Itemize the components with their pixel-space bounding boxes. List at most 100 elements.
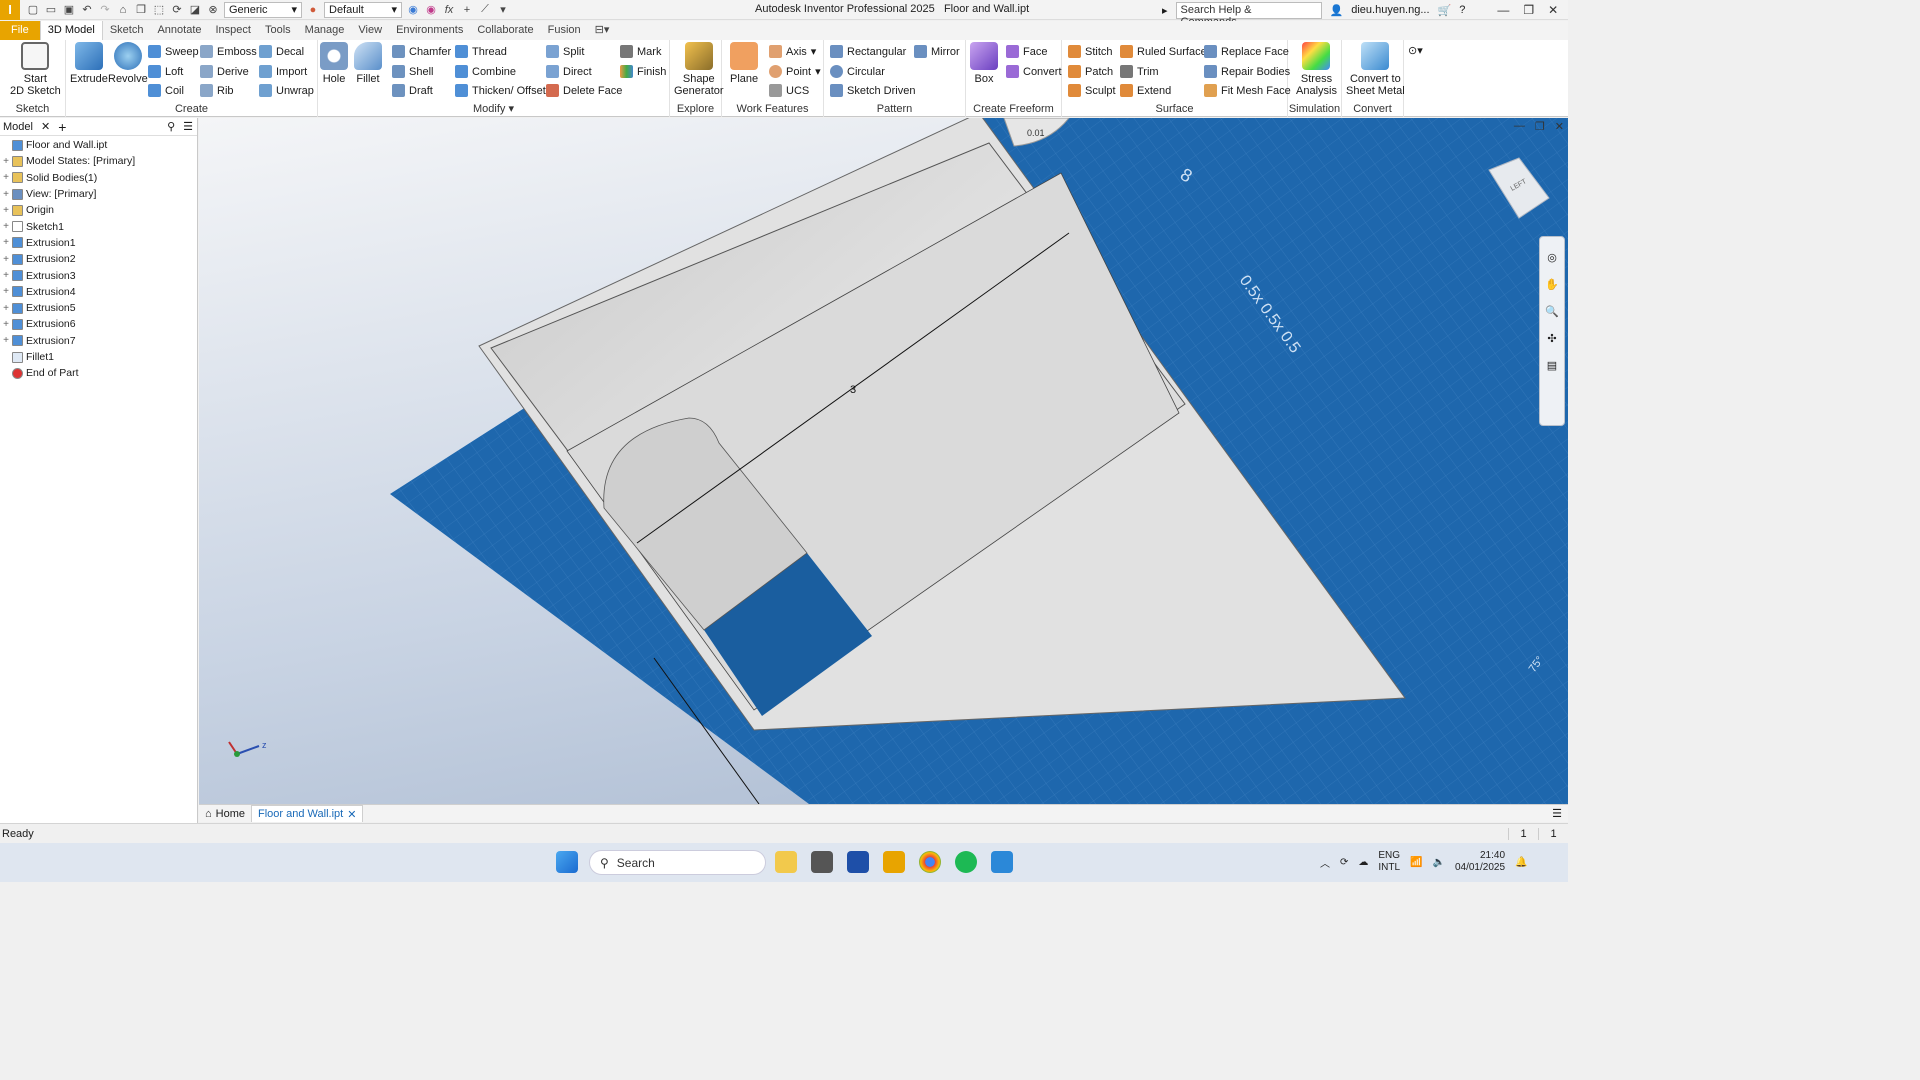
inventor-logo-icon[interactable]: I: [0, 0, 20, 20]
decal-button[interactable]: Decal: [259, 45, 304, 58]
convert-sheet-metal-button[interactable]: Convert to Sheet Metal: [1346, 42, 1405, 97]
point-button[interactable]: Point ▾: [769, 65, 821, 78]
ucs-button[interactable]: UCS: [769, 84, 809, 97]
mirror-button[interactable]: Mirror: [914, 45, 960, 58]
extrude-button[interactable]: Extrude: [70, 42, 108, 85]
tab-tools[interactable]: Tools: [258, 21, 298, 40]
hole-button[interactable]: Hole: [320, 42, 348, 85]
solid-edge-icon[interactable]: [847, 851, 869, 873]
chrome-icon[interactable]: [919, 851, 941, 873]
fillet-button[interactable]: Fillet: [354, 42, 382, 85]
patch-button[interactable]: Patch: [1068, 65, 1113, 78]
ribbon-display-toggle[interactable]: ⊟▾: [588, 21, 617, 40]
modify-panel-title[interactable]: Modify ▾: [318, 102, 669, 115]
unwrap-button[interactable]: Unwrap: [259, 84, 314, 97]
circular-pattern-button[interactable]: Circular: [830, 65, 885, 78]
tree-item[interactable]: Fillet1: [0, 349, 197, 365]
ribbon-options-button[interactable]: ⊙▾: [1408, 44, 1423, 57]
tree-item[interactable]: + Solid Bodies(1): [0, 170, 197, 186]
trim-button[interactable]: Trim: [1120, 65, 1159, 78]
extend-button[interactable]: Extend: [1120, 84, 1171, 97]
zoom-icon[interactable]: 🔍: [1545, 305, 1559, 318]
close-icon[interactable]: ✕: [1548, 3, 1558, 17]
shape-generator-button[interactable]: Shape Generator: [674, 42, 724, 97]
tree-item[interactable]: + Sketch1: [0, 218, 197, 234]
restore-icon[interactable]: ❐: [1535, 120, 1545, 133]
expand-icon[interactable]: +: [0, 319, 12, 330]
spotify-icon[interactable]: [955, 851, 977, 873]
coil-button[interactable]: Coil: [148, 84, 184, 97]
stress-analysis-button[interactable]: Stress Analysis: [1296, 42, 1337, 97]
ipart-icon[interactable]: ◪: [188, 3, 202, 17]
pan-icon[interactable]: ✋: [1545, 278, 1559, 291]
tree-item[interactable]: + Model States: [Primary]: [0, 153, 197, 169]
sculpt-button[interactable]: Sculpt: [1068, 84, 1116, 97]
tree-item[interactable]: Floor and Wall.ipt: [0, 137, 197, 153]
chamfer-button[interactable]: Chamfer: [392, 45, 451, 58]
combine-button[interactable]: Combine: [455, 65, 516, 78]
help-icon[interactable]: ?: [1459, 4, 1465, 16]
copy-icon[interactable]: ❐: [134, 3, 148, 17]
document-tab-active[interactable]: Floor and Wall.ipt ✕: [251, 805, 364, 822]
sweep-button[interactable]: Sweep: [148, 45, 199, 58]
app-icon[interactable]: [811, 851, 833, 873]
add-tab-icon[interactable]: +: [58, 119, 66, 135]
select-icon[interactable]: ⬚: [152, 3, 166, 17]
plane-button[interactable]: Plane: [730, 42, 758, 85]
tab-fusion[interactable]: Fusion: [541, 21, 588, 40]
close-icon[interactable]: ✕: [1555, 120, 1564, 133]
import-button[interactable]: Import: [259, 65, 307, 78]
appearance-icon[interactable]: ●: [306, 3, 320, 17]
minimize-icon[interactable]: —: [1497, 3, 1509, 17]
tree-item[interactable]: End of Part: [0, 365, 197, 381]
close-icon[interactable]: ✕: [41, 120, 50, 133]
tree-item[interactable]: + Extrusion2: [0, 251, 197, 267]
rib-button[interactable]: Rib: [200, 84, 234, 97]
sketch-driven-pattern-button[interactable]: Sketch Driven: [830, 84, 915, 97]
volume-icon[interactable]: 🔈: [1433, 857, 1445, 868]
expand-icon[interactable]: +: [0, 303, 12, 314]
help-search-input[interactable]: Search Help & Commands...: [1175, 1, 1322, 28]
tree-item[interactable]: + Extrusion7: [0, 333, 197, 349]
freeform-convert-button[interactable]: Convert: [1006, 65, 1062, 78]
clear-icon[interactable]: ⊗: [206, 3, 220, 17]
look-at-icon[interactable]: ▤: [1547, 359, 1557, 372]
stitch-button[interactable]: Stitch: [1068, 45, 1113, 58]
user-icon[interactable]: 👤: [1330, 4, 1344, 17]
tab-inspect[interactable]: Inspect: [209, 21, 258, 40]
customize-icon[interactable]: ▾: [496, 3, 510, 17]
expand-icon[interactable]: +: [0, 221, 12, 232]
minimize-icon[interactable]: —: [1514, 120, 1525, 133]
save-icon[interactable]: ▣: [62, 3, 76, 17]
cart-icon[interactable]: 🛒: [1438, 4, 1452, 17]
restore-icon[interactable]: ❐: [1523, 3, 1534, 17]
expand-icon[interactable]: +: [0, 172, 12, 183]
finish-button[interactable]: Finish: [620, 65, 666, 78]
taskbar-search[interactable]: ⚲ Search: [589, 850, 766, 875]
open-icon[interactable]: ▭: [44, 3, 58, 17]
expand-icon[interactable]: +: [0, 237, 12, 248]
inventor-taskbar-icon[interactable]: [883, 851, 905, 873]
tree-item[interactable]: + Origin: [0, 202, 197, 218]
loft-button[interactable]: Loft: [148, 65, 183, 78]
measure-icon[interactable]: ⟋: [478, 3, 492, 17]
chevron-up-icon[interactable]: ︿: [1320, 855, 1330, 870]
windows-start-icon[interactable]: [556, 851, 578, 873]
new-file-icon[interactable]: ▢: [26, 3, 40, 17]
start-2d-sketch-button[interactable]: Start 2D Sketch: [10, 42, 61, 97]
freeform-face-button[interactable]: Face: [1006, 45, 1047, 58]
search-icon[interactable]: ⚲: [167, 120, 175, 133]
revolve-button[interactable]: Revolve: [108, 42, 148, 85]
file-explorer-icon[interactable]: [775, 851, 797, 873]
tree-item[interactable]: + Extrusion3: [0, 267, 197, 283]
tab-environments[interactable]: Environments: [389, 21, 470, 40]
expand-icon[interactable]: +: [0, 270, 12, 281]
tab-collaborate[interactable]: Collaborate: [470, 21, 540, 40]
tree-item[interactable]: + View: [Primary]: [0, 186, 197, 202]
expand-icon[interactable]: +: [0, 254, 12, 265]
wifi-icon[interactable]: 📶: [1410, 857, 1422, 868]
graphics-viewport[interactable]: 3 0.5x 0.5x 0.5 8 75° 0.01 z LEFT — ❐ ✕ …: [199, 118, 1568, 804]
chevron-right-icon[interactable]: ▸: [1162, 4, 1168, 17]
cloud-icon[interactable]: ☁: [1358, 857, 1368, 868]
user-name[interactable]: dieu.huyen.ng...: [1351, 4, 1429, 16]
